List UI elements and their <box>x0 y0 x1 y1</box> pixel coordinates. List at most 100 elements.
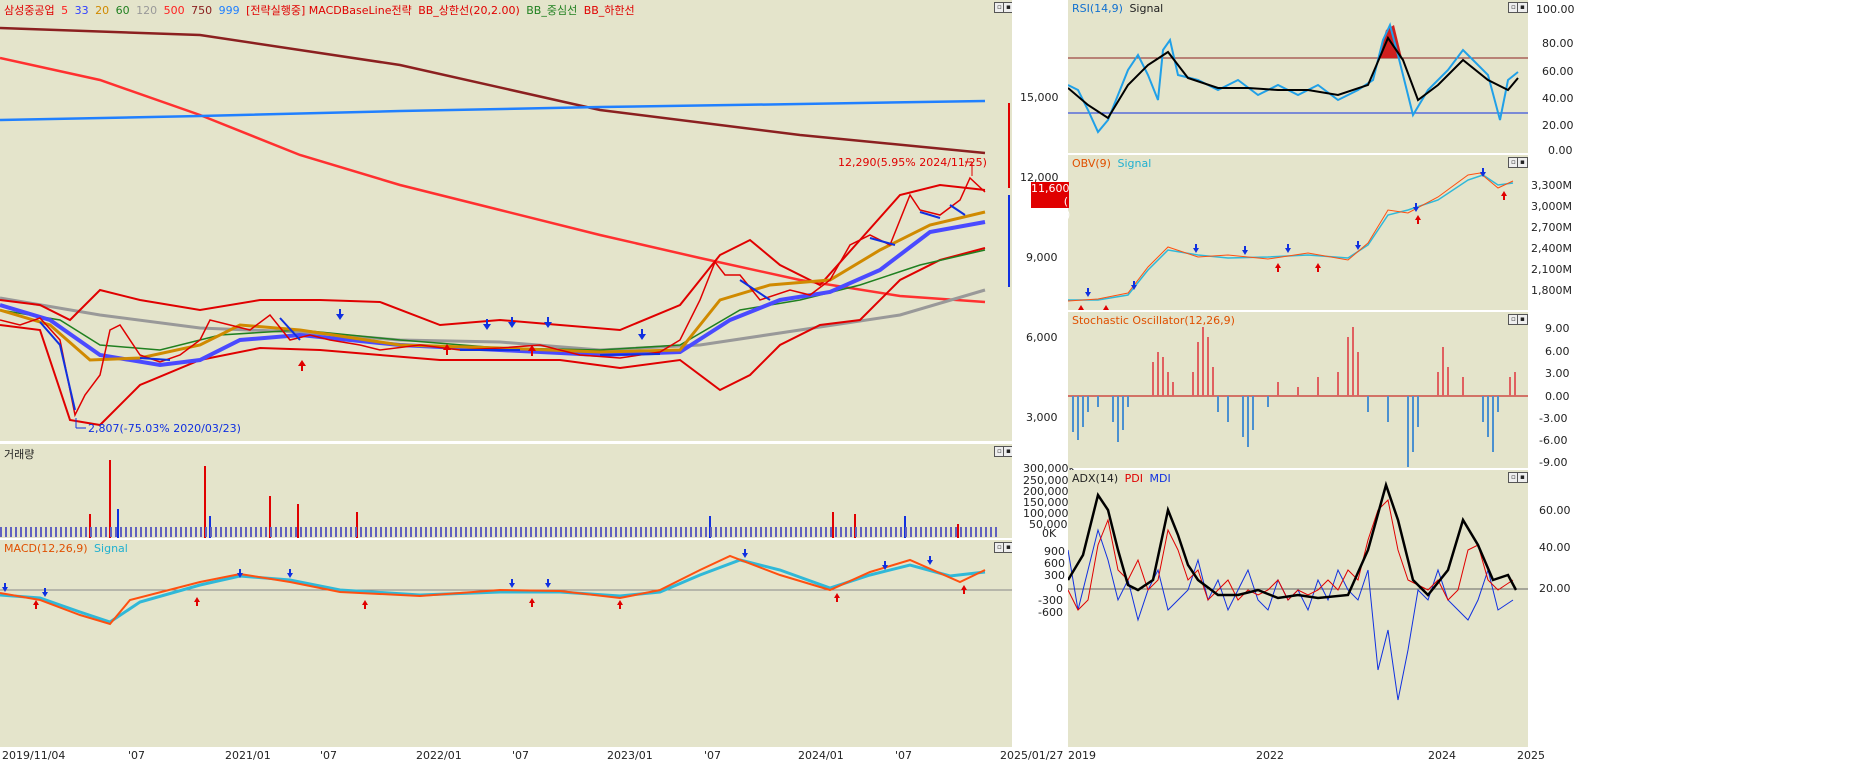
time-axis-label: 2023/01 <box>607 749 653 762</box>
adx-pane[interactable]: ADX(14) PDI MDI ▫ ▪ <box>1068 470 1528 747</box>
legend-strategy: [전략실행중] MACDBaseLine전략 <box>246 4 412 17</box>
macd-svg <box>0 549 1012 626</box>
legend-ma-5: 5 <box>61 4 69 17</box>
time-axis-label: 2024/01 <box>798 749 844 762</box>
rsi-axis-label: 80.00 <box>1542 37 1574 50</box>
stochastic-axis: 9.00 6.00 3.00 0.00 -3.00 -6.00 -9.00 <box>1528 312 1571 469</box>
legend-bb-upper: BB_상한선(20,2.00) <box>418 4 520 17</box>
stochastic-axis-label: -9.00 <box>1539 456 1568 469</box>
obv-axis-label: 2,100M <box>1531 263 1572 276</box>
obv-sell-arrows <box>1085 168 1486 297</box>
obv-axis-label: 2,700M <box>1531 221 1572 234</box>
rsi-pane[interactable]: RSI(14,9) Signal ▫ ▪ <box>1068 0 1528 153</box>
volume-axis-label: 0K <box>1042 527 1057 540</box>
adx-axis-label: 40.00 <box>1539 541 1571 554</box>
price-legend: 삼성중공업 5 33 20 60 120 500 750 999 [전략실행중]… <box>4 2 638 18</box>
rsi-title: RSI(14,9) <box>1072 2 1123 15</box>
low-price-annotation: 2,807(-75.03% 2020/03/23) <box>88 422 241 435</box>
macd-pane[interactable]: MACD(12,26,9) Signal ▫ ▪ <box>0 540 1012 747</box>
stochastic-svg <box>1068 327 1528 467</box>
macd-signal-label: Signal <box>94 542 128 555</box>
right-time-axis-label: 2025 <box>1517 749 1545 762</box>
buy-arrow <box>298 360 306 371</box>
legend-ma-999: 999 <box>218 4 240 17</box>
adx-axis: 60.00 40.00 20.00 <box>1528 470 1571 747</box>
pane-maximize-button[interactable]: ▪ <box>1003 2 1012 13</box>
obv-maximize-button[interactable]: ▪ <box>1517 157 1528 168</box>
stochastic-axis-label: -3.00 <box>1539 412 1568 425</box>
legend-bb-lower: BB_하한선 <box>583 4 635 17</box>
ma-750-line <box>0 26 986 155</box>
price-axis-label: 9,000 <box>1026 251 1058 264</box>
stochastic-axis-label: 0.00 <box>1545 390 1570 403</box>
obv-title: OBV(9) <box>1072 157 1111 170</box>
adx-axis-label: 60.00 <box>1539 504 1571 517</box>
volume-maximize-button[interactable]: ▪ <box>1003 446 1012 457</box>
macd-title: MACD(12,26,9) <box>4 542 88 555</box>
price-range-down-bar <box>1008 195 1010 287</box>
right-time-axis-label: 2022 <box>1256 749 1284 762</box>
time-axis: 2019/11/04 '07 2021/01 '07 2022/01 '07 2… <box>0 748 1871 764</box>
rsi-svg <box>1068 22 1528 134</box>
stochastic-title: Stochastic Oscillator(12,26,9) <box>1072 314 1235 327</box>
obv-signal-label: Signal <box>1117 157 1152 170</box>
bb-upper-line <box>0 183 986 332</box>
rsi-signal-line <box>1068 35 1519 120</box>
rsi-maximize-button[interactable]: ▪ <box>1517 2 1528 13</box>
mdi-line <box>1068 528 1514 701</box>
rsi-axis: 100.00 80.00 60.00 40.00 20.00 0.00 <box>1528 0 1575 157</box>
obv-pane[interactable]: OBV(9) Signal ▫ ▪ <box>1068 155 1528 310</box>
volume-title: 거래량 <box>4 448 35 461</box>
price-chart-pane[interactable]: 삼성중공업 5 33 20 60 120 500 750 999 [전략실행중]… <box>0 0 1012 441</box>
price-line <box>0 176 986 418</box>
rsi-signal-label: Signal <box>1129 2 1164 15</box>
stochastic-maximize-button[interactable]: ▪ <box>1517 314 1528 325</box>
rsi-legend: RSI(14,9) Signal <box>1072 2 1166 15</box>
time-axis-label: 2019/11/04 <box>2 749 66 762</box>
volume-pane[interactable]: 거래량 ▫ ▪ <box>0 444 1012 538</box>
price-chart-svg <box>0 26 986 429</box>
legend-ma-120: 120 <box>136 4 158 17</box>
legend-bb-mid: BB_중심선 <box>526 4 578 17</box>
legend-ma-500: 500 <box>163 4 185 17</box>
obv-axis-label: 1,800M <box>1531 284 1572 297</box>
time-axis-label: '07 <box>704 749 722 762</box>
price-range-up-bar <box>1008 103 1010 188</box>
macd-axis-label: 300 <box>1044 569 1065 582</box>
legend-ma-60: 60 <box>115 4 130 17</box>
macd-maximize-button[interactable]: ▪ <box>1003 542 1012 553</box>
buy-arrow <box>528 345 536 356</box>
price-axis-label: 3,000 <box>1026 411 1058 424</box>
sell-arrow <box>336 309 344 320</box>
price-axis-label: 15,000 <box>1020 91 1059 104</box>
ma-33-line <box>0 220 986 368</box>
legend-ma-33: 33 <box>74 4 89 17</box>
time-axis-label: '07 <box>895 749 913 762</box>
high-price-annotation: 12,290(5.95% 2024/11/25) <box>838 156 987 169</box>
stochastic-legend: Stochastic Oscillator(12,26,9) <box>1072 314 1238 327</box>
rsi-axis-label: 100.00 <box>1536 3 1575 16</box>
macd-axis: 900 600 300 0 -300 -600 <box>1012 540 1068 747</box>
price-axis-label: 6,000 <box>1026 331 1058 344</box>
rsi-axis-label: 20.00 <box>1542 119 1574 132</box>
obv-legend: OBV(9) Signal <box>1072 157 1154 170</box>
obv-axis: 3,300M 3,000M 2,700M 2,400M 2,100M 1,800… <box>1528 155 1572 310</box>
time-axis-label: 2022/01 <box>416 749 462 762</box>
obv-axis-label: 3,300M <box>1531 179 1572 192</box>
adx-svg <box>1068 480 1528 701</box>
stochastic-axis-label: 9.00 <box>1545 322 1570 335</box>
obv-axis-label: 2,400M <box>1531 242 1572 255</box>
rsi-axis-label: 40.00 <box>1542 92 1574 105</box>
time-axis-label: 2025/01/27 <box>1000 749 1064 762</box>
legend-ma-20: 20 <box>95 4 110 17</box>
legend-stock-name: 삼성중공업 <box>4 4 55 17</box>
sell-arrow <box>638 329 646 340</box>
volume-legend: 거래량 <box>4 446 37 462</box>
adx-maximize-button[interactable]: ▪ <box>1517 472 1528 483</box>
current-price: 11,600 <box>1031 182 1070 195</box>
obv-axis-label: 3,000M <box>1531 200 1572 213</box>
adx-legend: ADX(14) PDI MDI <box>1072 472 1174 485</box>
current-price-change: ( 2.11%) <box>1031 195 1071 221</box>
stochastic-pane[interactable]: Stochastic Oscillator(12,26,9) ▫ ▪ <box>1068 312 1528 468</box>
time-axis-label: 2021/01 <box>225 749 271 762</box>
